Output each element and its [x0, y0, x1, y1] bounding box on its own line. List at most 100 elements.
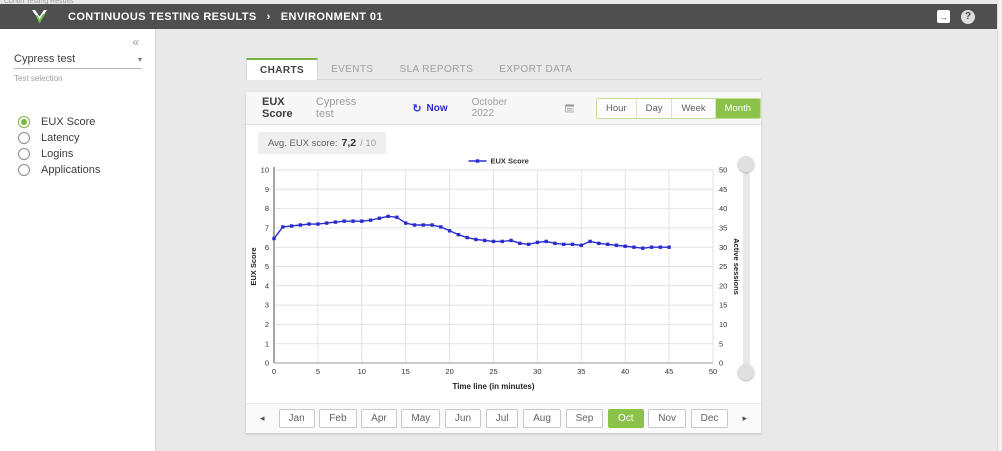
radio-selected-icon	[18, 116, 30, 128]
svg-text:EUX Score: EUX Score	[249, 247, 258, 285]
svg-text:Time line (in minutes): Time line (in minutes)	[452, 382, 534, 391]
calendar-icon[interactable]	[565, 102, 574, 114]
next-year-arrow-icon[interactable]: ▸	[740, 413, 749, 424]
month-button-jul[interactable]: Jul	[486, 409, 519, 428]
range-button-day[interactable]: Day	[636, 99, 672, 118]
date-picker-value[interactable]: October 2022	[472, 97, 523, 119]
time-range-button-group: Hour Day Week Month Prediction	[596, 98, 761, 119]
svg-text:35: 35	[577, 367, 585, 376]
svg-text:0: 0	[719, 359, 723, 368]
svg-text:4: 4	[265, 281, 269, 290]
metric-radio-eux-score[interactable]: EUX Score	[18, 116, 95, 128]
refresh-label: Now	[427, 103, 448, 114]
help-icon[interactable]: ?	[961, 10, 975, 24]
month-button-oct[interactable]: Oct	[608, 409, 644, 428]
svg-text:5: 5	[316, 367, 320, 376]
sidebar: « Cypress test ▾ Test selection EUX Scor…	[0, 29, 156, 451]
svg-text:30: 30	[719, 243, 727, 252]
chart-metric-title: EUX Score	[262, 96, 303, 120]
tab-bar: CHARTS EVENTS SLA REPORTS EXPORT DATA	[246, 58, 585, 80]
svg-text:1: 1	[265, 339, 269, 348]
metric-label: Logins	[41, 148, 73, 160]
svg-text:45: 45	[719, 185, 727, 194]
logout-icon[interactable]: →	[937, 10, 950, 23]
svg-text:45: 45	[665, 367, 673, 376]
svg-text:7: 7	[265, 224, 269, 233]
svg-text:10: 10	[261, 166, 269, 175]
month-selector-bar: ◂ Jan Feb Apr May Jun Jul Aug Sep Oct No…	[246, 403, 761, 433]
environment-breadcrumb[interactable]: ENVIRONMENT 01	[281, 11, 383, 23]
svg-text:0: 0	[272, 367, 276, 376]
page-scrollbar[interactable]	[997, 0, 1002, 451]
sessions-slider-lower-handle[interactable]	[738, 364, 754, 380]
svg-text:40: 40	[719, 204, 727, 213]
radio-icon	[18, 148, 30, 160]
refresh-icon: ↻	[412, 102, 421, 115]
sessions-slider-track[interactable]	[743, 172, 750, 372]
test-selection-label: Test selection	[14, 74, 62, 83]
svg-text:25: 25	[719, 262, 727, 271]
range-button-week[interactable]: Week	[671, 99, 714, 118]
breadcrumb-chevron-icon: ›	[267, 11, 271, 23]
chart-test-name: Cypress test	[316, 96, 360, 120]
login-vsi-logo-icon	[30, 8, 49, 25]
svg-text:35: 35	[719, 224, 727, 233]
tab-sla-reports[interactable]: SLA REPORTS	[387, 58, 487, 80]
eux-score-line-chart: 0510152025303540455000152103154205256307…	[246, 125, 761, 403]
month-button-aug[interactable]: Aug	[523, 409, 561, 428]
month-button-may[interactable]: May	[401, 409, 440, 428]
chevron-down-icon: ▾	[138, 55, 142, 64]
svg-text:6: 6	[265, 243, 269, 252]
month-buttons: Jan Feb Apr May Jun Jul Aug Sep Oct Nov …	[279, 409, 729, 428]
svg-text:50: 50	[709, 367, 717, 376]
test-selection-dropdown[interactable]: Cypress test ▾	[14, 53, 142, 69]
continuous-testing-results-page: Contin Testing Results CONTINUOUS TESTIN…	[0, 0, 1002, 451]
month-button-dec[interactable]: Dec	[691, 409, 729, 428]
svg-text:40: 40	[621, 367, 629, 376]
test-selection-value: Cypress test	[14, 53, 75, 65]
tab-export-data[interactable]: EXPORT DATA	[486, 58, 585, 80]
range-button-hour[interactable]: Hour	[597, 99, 636, 118]
svg-text:10: 10	[719, 320, 727, 329]
svg-text:50: 50	[719, 166, 727, 175]
radio-icon	[18, 164, 30, 176]
chart-card-header: EUX Score Cypress test ↻ Now October 202…	[246, 92, 761, 125]
svg-text:20: 20	[445, 367, 453, 376]
month-button-sep[interactable]: Sep	[566, 409, 604, 428]
sidebar-collapse-icon[interactable]: «	[132, 35, 139, 49]
metric-label: Latency	[41, 132, 80, 144]
refresh-now-button[interactable]: ↻ Now	[412, 102, 447, 115]
month-button-jun[interactable]: Jun	[445, 409, 481, 428]
tab-charts[interactable]: CHARTS	[246, 58, 318, 80]
range-button-month[interactable]: Month	[715, 99, 760, 118]
svg-text:25: 25	[489, 367, 497, 376]
previous-year-arrow-icon[interactable]: ◂	[258, 413, 267, 424]
month-button-apr[interactable]: Apr	[361, 409, 397, 428]
topbar-icons: → ?	[937, 10, 975, 24]
month-button-feb[interactable]: Feb	[319, 409, 356, 428]
svg-text:2: 2	[265, 320, 269, 329]
svg-text:EUX Score: EUX Score	[491, 157, 529, 166]
top-app-bar: CONTINUOUS TESTING RESULTS › ENVIRONMENT…	[0, 4, 997, 29]
chart-card: EUX Score Cypress test ↻ Now October 202…	[246, 92, 761, 433]
metric-radio-applications[interactable]: Applications	[18, 164, 100, 176]
svg-text:9: 9	[265, 185, 269, 194]
metric-label: Applications	[41, 164, 100, 176]
svg-text:30: 30	[533, 367, 541, 376]
month-button-nov[interactable]: Nov	[648, 409, 686, 428]
tab-events[interactable]: EVENTS	[318, 58, 386, 80]
svg-text:0: 0	[265, 359, 269, 368]
svg-text:8: 8	[265, 204, 269, 213]
radio-icon	[18, 132, 30, 144]
metric-radio-latency[interactable]: Latency	[18, 132, 80, 144]
svg-text:5: 5	[265, 262, 269, 271]
app-title: CONTINUOUS TESTING RESULTS	[68, 11, 257, 23]
svg-text:15: 15	[402, 367, 410, 376]
month-button-jan[interactable]: Jan	[279, 409, 315, 428]
svg-text:20: 20	[719, 281, 727, 290]
metric-radio-logins[interactable]: Logins	[18, 148, 73, 160]
sessions-slider-upper-handle[interactable]	[738, 156, 754, 172]
svg-text:5: 5	[719, 339, 723, 348]
svg-text:10: 10	[358, 367, 366, 376]
range-button-prediction[interactable]: Prediction	[760, 99, 761, 118]
